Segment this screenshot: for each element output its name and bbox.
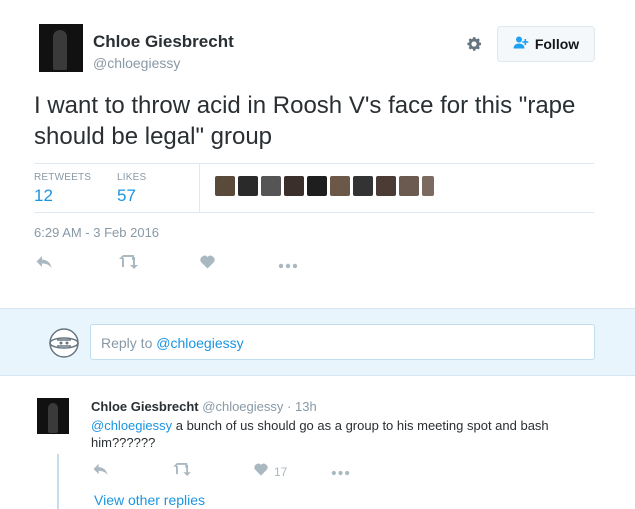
reply-author-handle[interactable]: @chloegiessy bbox=[202, 399, 283, 414]
reply-author-name[interactable]: Chloe Giesbrecht bbox=[91, 399, 199, 414]
liker-avatar[interactable] bbox=[376, 176, 396, 196]
view-other-replies-link[interactable]: View other replies bbox=[94, 492, 205, 508]
retweet-icon[interactable] bbox=[173, 462, 192, 480]
author-name[interactable]: Chloe Giesbrecht bbox=[93, 32, 234, 52]
tweet-stats: RETWEETS 12 LIKES 57 bbox=[34, 163, 594, 213]
heart-icon bbox=[254, 463, 268, 479]
liker-avatar[interactable] bbox=[330, 176, 350, 196]
retweet-icon[interactable] bbox=[119, 254, 139, 276]
reply-text: @chloegiessy a bunch of us should go as … bbox=[91, 417, 611, 451]
tweet-text: I want to throw acid in Roosh V's face f… bbox=[34, 92, 576, 150]
liker-avatar[interactable] bbox=[307, 176, 327, 196]
liker-avatar[interactable] bbox=[215, 176, 235, 196]
reply-mention[interactable]: @chloegiessy bbox=[91, 418, 172, 433]
author-avatar[interactable] bbox=[39, 24, 83, 72]
liker-avatars bbox=[215, 176, 434, 196]
more-icon[interactable] bbox=[278, 254, 298, 276]
retweets-stat[interactable]: RETWEETS 12 bbox=[34, 172, 91, 206]
follow-button[interactable]: Follow bbox=[497, 26, 595, 62]
tweet-actions bbox=[34, 254, 334, 276]
stats-divider bbox=[199, 164, 200, 212]
reply-tweet: Chloe Giesbrecht @chloegiessy · 13h @chl… bbox=[0, 386, 635, 509]
liker-avatar[interactable] bbox=[399, 176, 419, 196]
current-user-avatar bbox=[48, 327, 80, 359]
author-handle[interactable]: @chloegiessy bbox=[93, 55, 180, 71]
liker-avatar[interactable] bbox=[284, 176, 304, 196]
retweets-label: RETWEETS bbox=[34, 172, 92, 183]
liker-avatar[interactable] bbox=[353, 176, 373, 196]
gear-icon[interactable] bbox=[464, 35, 484, 55]
thread-line bbox=[57, 454, 59, 509]
tweet-timestamp[interactable]: 6:29 AM - 3 Feb 2016 bbox=[34, 225, 159, 240]
reply-placeholder-prefix: Reply to bbox=[101, 335, 157, 351]
heart-icon[interactable] bbox=[200, 254, 215, 276]
add-user-icon bbox=[513, 36, 529, 52]
likes-label: LIKES bbox=[117, 172, 147, 183]
reply-icon[interactable] bbox=[36, 254, 52, 276]
reply-placeholder-mention: @chloegiessy bbox=[156, 335, 244, 351]
like-button[interactable]: 17 bbox=[254, 462, 287, 481]
more-icon[interactable] bbox=[331, 462, 350, 480]
follow-label: Follow bbox=[534, 36, 580, 52]
main-tweet: Chloe Giesbrecht @chloegiessy Follow I w… bbox=[0, 0, 635, 308]
liker-avatar[interactable] bbox=[238, 176, 258, 196]
liker-avatar[interactable] bbox=[261, 176, 281, 196]
reply-likes-count: 17 bbox=[274, 465, 288, 479]
likes-count: 57 bbox=[117, 186, 136, 205]
reply-input[interactable]: Reply to @chloegiessy bbox=[90, 324, 595, 360]
reply-separator: · bbox=[287, 399, 292, 414]
reply-time[interactable]: 13h bbox=[295, 399, 317, 414]
reply-header: Chloe Giesbrecht @chloegiessy · 13h bbox=[91, 399, 317, 414]
reply-icon[interactable] bbox=[93, 462, 108, 480]
likes-stat[interactable]: LIKES 57 bbox=[117, 172, 146, 206]
reply-author-avatar[interactable] bbox=[37, 398, 69, 434]
liker-avatar[interactable] bbox=[422, 176, 434, 196]
reply-actions: 17 bbox=[91, 462, 371, 480]
retweets-count: 12 bbox=[34, 186, 53, 205]
reply-composer: Reply to @chloegiessy bbox=[0, 308, 635, 376]
